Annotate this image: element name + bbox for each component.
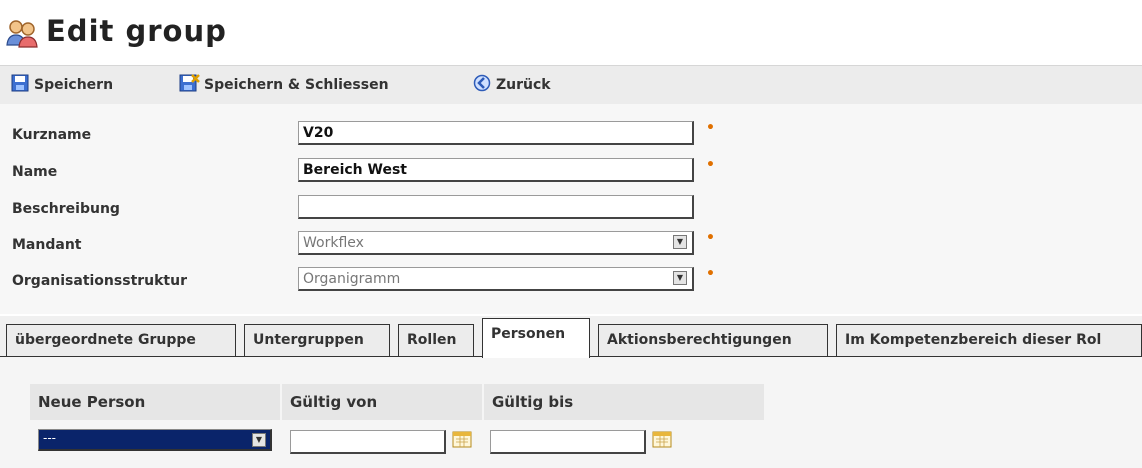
required-marker: • — [706, 120, 715, 136]
back-button[interactable]: Zurück — [472, 72, 551, 98]
mandant-select[interactable]: Workflex ▼ — [298, 231, 694, 255]
column-header-neue-person: Neue Person — [30, 384, 280, 420]
tab-aktionsberechtigungen[interactable]: Aktionsberechtigungen — [598, 324, 828, 356]
form-row-beschreibung: Beschreibung — [0, 192, 1142, 226]
gueltig-bis-input[interactable] — [490, 430, 646, 454]
toolbar: Speichern Speichern & Schliessen Zurück — [0, 65, 1142, 105]
calendar-icon[interactable] — [652, 430, 672, 448]
mandant-value: Workflex — [303, 235, 364, 251]
required-marker: • — [706, 157, 715, 173]
beschreibung-field[interactable] — [298, 195, 694, 219]
form-row-organisation: Organisationsstruktur Organigramm ▼ • — [0, 264, 1142, 298]
page-title: Edit group — [46, 14, 227, 48]
save-icon — [10, 73, 34, 97]
title-bar: Edit group — [0, 0, 1142, 60]
group-form: Kurzname V20 • Name Bereich West • Besch… — [0, 104, 1142, 314]
personen-panel: Neue Person Gültig von Gültig bis --- ▼ — [0, 357, 1142, 468]
chevron-down-icon[interactable]: ▼ — [673, 271, 687, 285]
tab-bar: übergeordnete Gruppe Untergruppen Rollen… — [0, 316, 1142, 358]
kurzname-field[interactable]: V20 — [298, 121, 694, 145]
save-button[interactable]: Speichern — [10, 72, 113, 98]
chevron-down-icon[interactable]: ▼ — [673, 235, 687, 249]
save-label: Speichern — [34, 77, 114, 93]
form-row-kurzname: Kurzname V20 • — [0, 118, 1142, 152]
save-close-icon — [178, 73, 204, 97]
save-close-label: Speichern & Schliessen — [204, 77, 389, 93]
tab-personen[interactable]: Personen — [482, 318, 590, 358]
mandant-label: Mandant — [12, 237, 82, 253]
chevron-down-icon[interactable]: ▼ — [252, 433, 266, 447]
name-field[interactable]: Bereich West — [298, 158, 694, 182]
form-row-name: Name Bereich West • — [0, 155, 1142, 189]
tab-uebergeordnete-gruppe[interactable]: übergeordnete Gruppe — [6, 324, 236, 356]
organisation-label: Organisationsstruktur — [12, 273, 187, 289]
gueltig-von-input[interactable] — [290, 430, 446, 454]
form-row-mandant: Mandant Workflex ▼ • — [0, 228, 1142, 262]
organisation-select[interactable]: Organigramm ▼ — [298, 267, 694, 291]
group-users-icon — [6, 18, 38, 48]
required-marker: • — [706, 266, 715, 282]
tab-rollen[interactable]: Rollen — [398, 324, 474, 356]
kurzname-label: Kurzname — [12, 127, 92, 143]
calendar-icon[interactable] — [452, 430, 472, 448]
back-icon — [472, 73, 496, 97]
neue-person-value: --- — [43, 431, 56, 445]
save-close-button[interactable]: Speichern & Schliessen — [178, 72, 389, 98]
neue-person-select[interactable]: --- ▼ — [38, 429, 272, 451]
tab-kompetenzbereich[interactable]: Im Kompetenzbereich dieser Rol — [836, 324, 1142, 356]
back-label: Zurück — [496, 77, 551, 93]
organisation-value: Organigramm — [303, 271, 401, 287]
column-header-gueltig-von: Gültig von — [282, 384, 482, 420]
beschreibung-label: Beschreibung — [12, 201, 120, 217]
tab-untergruppen[interactable]: Untergruppen — [244, 324, 390, 356]
required-marker: • — [706, 230, 715, 246]
name-label: Name — [12, 164, 58, 180]
column-header-gueltig-bis: Gültig bis — [484, 384, 764, 420]
